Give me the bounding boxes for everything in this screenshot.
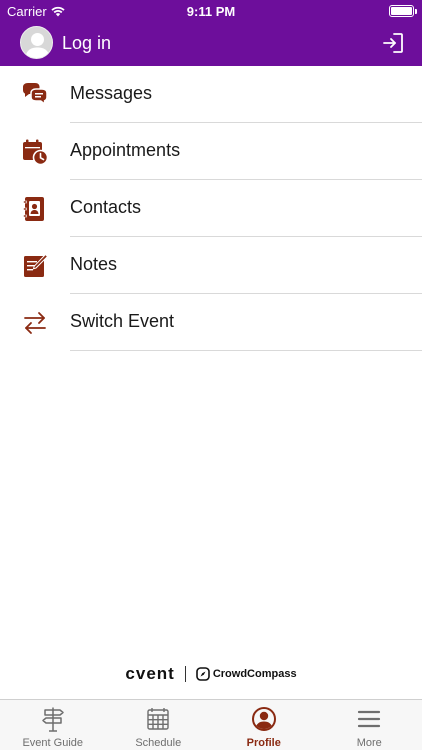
status-time: 9:11 PM (186, 4, 236, 19)
sign-in-button[interactable] (382, 32, 404, 54)
app-screen: Carrier 9:11 PM Log in Messages Appointm… (0, 0, 422, 750)
compass-icon (196, 667, 210, 681)
tab-label: Schedule (135, 737, 182, 749)
brand-divider (184, 666, 186, 682)
person-placeholder-icon[interactable] (20, 26, 53, 59)
tab-profile[interactable]: Profile (211, 700, 317, 750)
switch-arrows-icon (24, 312, 46, 334)
menu-item-appointments[interactable]: Appointments (0, 123, 422, 180)
menu-item-label: Contacts (70, 197, 142, 217)
divider (70, 350, 422, 351)
branding-footer: cvent CrowdCompass (0, 662, 422, 686)
sign-in-icon (383, 33, 403, 53)
tab-bar: Event Guide Schedule Profile More (0, 699, 422, 750)
menu-item-label: Switch Event (70, 311, 175, 331)
tab-event-guide[interactable]: Event Guide (0, 700, 106, 750)
status-bar: Carrier 9:11 PM (0, 0, 422, 22)
menu-item-notes[interactable]: Notes (0, 237, 422, 294)
menu-item-label: Messages (70, 83, 153, 103)
address-book-icon (23, 197, 44, 221)
menu-item-switch-event[interactable]: Switch Event (0, 294, 422, 351)
menu-item-messages[interactable]: Messages (0, 66, 422, 123)
signpost-icon (42, 707, 64, 732)
profile-menu: Messages Appointments Contacts Notes Swi… (0, 66, 422, 351)
profile-circle-icon (251, 707, 276, 731)
chat-bubbles-icon (23, 83, 48, 106)
tab-more[interactable]: More (317, 700, 422, 750)
hamburger-menu-icon (358, 710, 381, 728)
tab-label: More (356, 737, 382, 749)
menu-item-contacts[interactable]: Contacts (0, 180, 422, 237)
navbar: Log in (0, 22, 422, 66)
note-pencil-icon (24, 253, 49, 277)
header: Carrier 9:11 PM Log in (0, 0, 422, 66)
calendar-grid-icon (147, 708, 169, 730)
page-title[interactable]: Log in (62, 33, 111, 54)
tab-label: Event Guide (22, 737, 84, 749)
crowdcompass-logo: CrowdCompass (196, 667, 297, 681)
menu-item-label: Notes (70, 254, 118, 274)
tab-label: Profile (246, 737, 281, 749)
menu-item-label: Appointments (70, 140, 181, 160)
battery-icon (389, 5, 417, 17)
calendar-clock-icon (23, 139, 49, 166)
crowdcompass-label: CrowdCompass (212, 668, 297, 680)
cvent-logo: cvent (125, 664, 175, 683)
tab-schedule[interactable]: Schedule (106, 700, 212, 750)
